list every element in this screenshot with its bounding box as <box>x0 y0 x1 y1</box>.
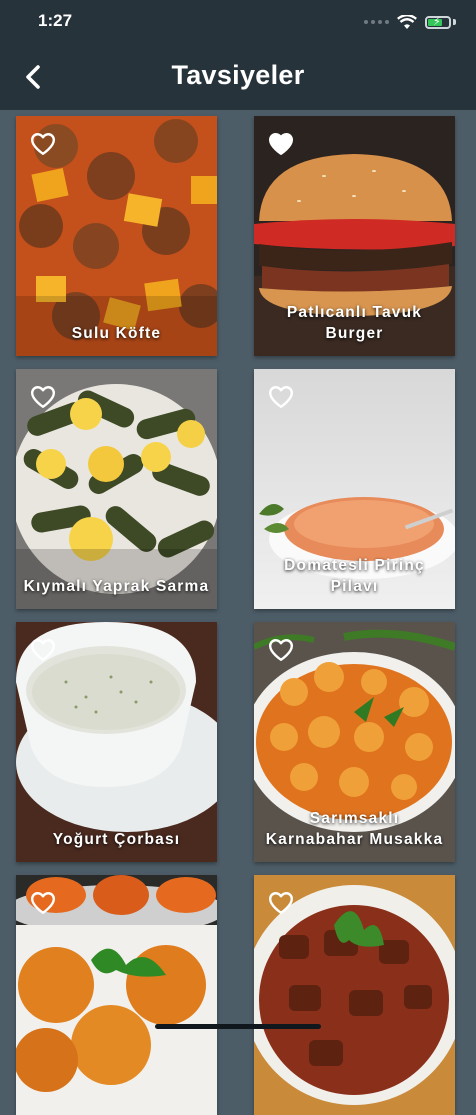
heart-outline-icon[interactable] <box>30 385 56 409</box>
recipe-name: Sulu Köfte <box>71 325 162 342</box>
home-indicator[interactable] <box>155 1024 321 1029</box>
status-time: 1:27 <box>38 11 73 30</box>
heart-outline-icon[interactable] <box>268 638 294 662</box>
heart-outline-icon[interactable] <box>268 891 294 915</box>
heart-outline-icon[interactable] <box>268 385 294 409</box>
nav-header: 1:27 ⚡ Tavsiyeler <box>0 0 476 110</box>
recipe-name: Domatesli Pirinç Pilavı <box>284 557 425 595</box>
heart-filled-icon[interactable] <box>268 132 294 156</box>
heart-outline-icon[interactable] <box>30 891 56 915</box>
battery-icon: ⚡ <box>425 15 451 29</box>
heart-outline-icon[interactable] <box>30 638 56 662</box>
recipe-card[interactable]: Kıymalı Yaprak Sarma <box>16 369 217 609</box>
recipe-card[interactable] <box>16 875 217 1115</box>
recipe-card[interactable]: Yoğurt Çorbası <box>16 622 217 862</box>
heart-outline-icon[interactable] <box>30 132 56 156</box>
recipe-card[interactable]: Sarımsaklı Karnabahar Musakka <box>254 622 455 862</box>
recipe-card[interactable]: Domatesli Pirinç Pilavı <box>254 369 455 609</box>
recipe-grid: Sulu Köfte Patlıcanlı Tavuk Burger Kıyma… <box>16 116 460 1115</box>
cellular-signal-icon <box>364 20 389 24</box>
recipe-card[interactable]: Patlıcanlı Tavuk Burger <box>254 116 455 356</box>
battery-cap <box>453 19 456 25</box>
recipe-name: Yoğurt Çorbası <box>52 831 181 848</box>
recipe-card[interactable]: Sulu Köfte <box>16 116 217 356</box>
wifi-icon <box>397 14 417 29</box>
status-indicators: ⚡ <box>364 12 456 32</box>
recipe-name: Sarımsaklı Karnabahar Musakka <box>265 810 444 848</box>
page-title: Tavsiyeler <box>171 60 305 90</box>
recipe-card[interactable] <box>254 875 455 1115</box>
recipe-name: Patlıcanlı Tavuk Burger <box>286 304 423 342</box>
recipe-name: Kıymalı Yaprak Sarma <box>23 578 210 595</box>
